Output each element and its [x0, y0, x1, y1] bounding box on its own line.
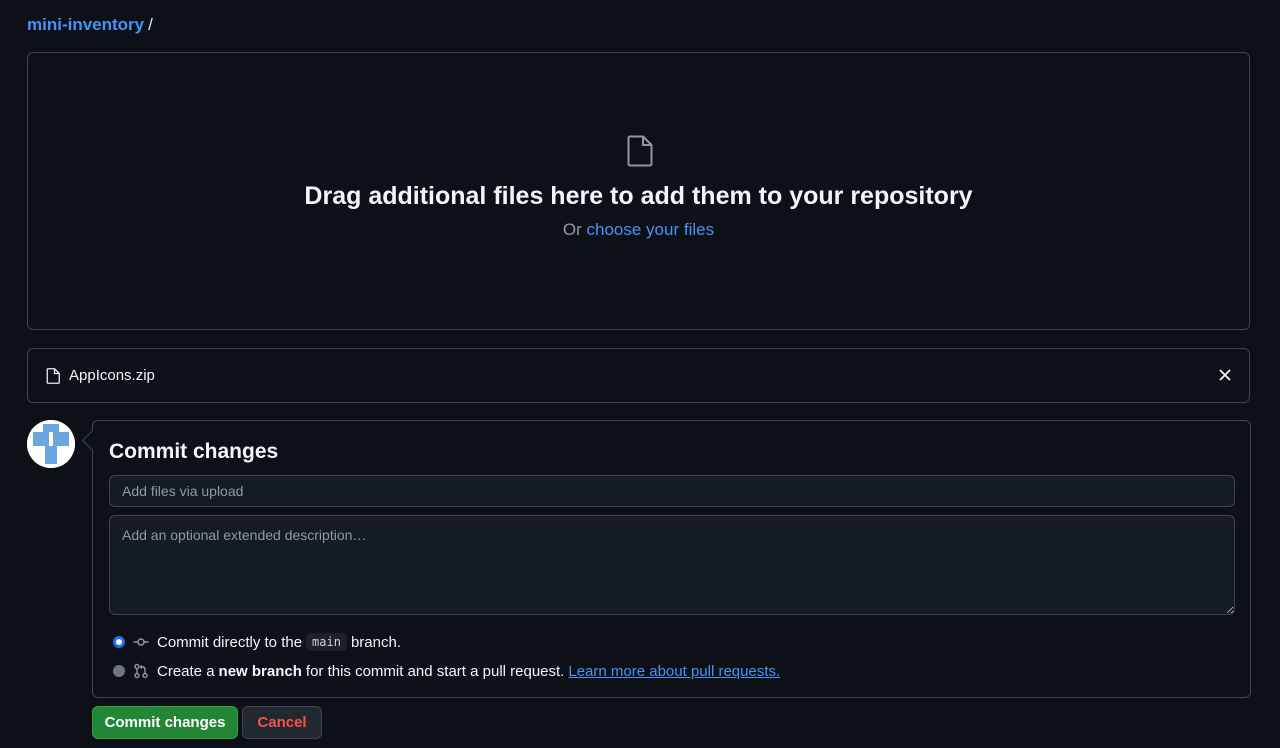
breadcrumb: mini-inventory /	[27, 13, 153, 37]
commit-form: Commit changes Commit directly to the ma…	[81, 420, 1251, 698]
choose-files-link[interactable]: choose your files	[587, 220, 715, 239]
commit-changes-button[interactable]: Commit changes	[92, 706, 238, 739]
file-drop-zone[interactable]: Drag additional files here to add them t…	[27, 52, 1250, 330]
file-icon	[627, 135, 653, 167]
repo-link[interactable]: mini-inventory	[27, 15, 144, 34]
uploaded-file-row: AppIcons.zip	[27, 348, 1250, 403]
git-pull-request-icon	[134, 663, 148, 679]
avatar	[27, 420, 75, 468]
commit-direct-suffix: branch.	[350, 633, 401, 651]
comment-caret	[81, 429, 104, 452]
cancel-button[interactable]: Cancel	[242, 706, 322, 739]
file-name: AppIcons.zip	[69, 367, 155, 384]
new-branch-bold: new branch	[218, 662, 302, 680]
close-icon[interactable]	[1219, 369, 1231, 381]
commit-heading: Commit changes	[109, 440, 279, 463]
or-text: Or	[562, 220, 582, 239]
learn-more-pull-requests-link[interactable]: Learn more about pull requests.	[568, 663, 780, 680]
commit-summary-input[interactable]	[109, 475, 1235, 507]
commit-direct-option[interactable]: Commit directly to the main branch.	[113, 631, 401, 653]
commit-description-textarea[interactable]	[109, 515, 1235, 615]
breadcrumb-separator: /	[148, 15, 153, 34]
dropzone-subtitle: Or choose your files	[28, 218, 1249, 242]
commit-direct-prefix: Commit directly to the	[157, 633, 303, 651]
new-branch-suffix: for this commit and start a pull request…	[305, 662, 565, 680]
new-branch-prefix: Create a	[157, 662, 215, 680]
new-branch-radio[interactable]	[113, 665, 125, 677]
git-commit-icon	[133, 638, 149, 646]
identicon	[27, 420, 75, 468]
dropzone-title: Drag additional files here to add them t…	[304, 182, 973, 210]
commit-direct-radio[interactable]	[113, 636, 125, 648]
branch-name: main	[306, 633, 347, 651]
file-icon	[46, 368, 60, 384]
new-branch-option[interactable]: Create a new branch for this commit and …	[113, 660, 780, 682]
